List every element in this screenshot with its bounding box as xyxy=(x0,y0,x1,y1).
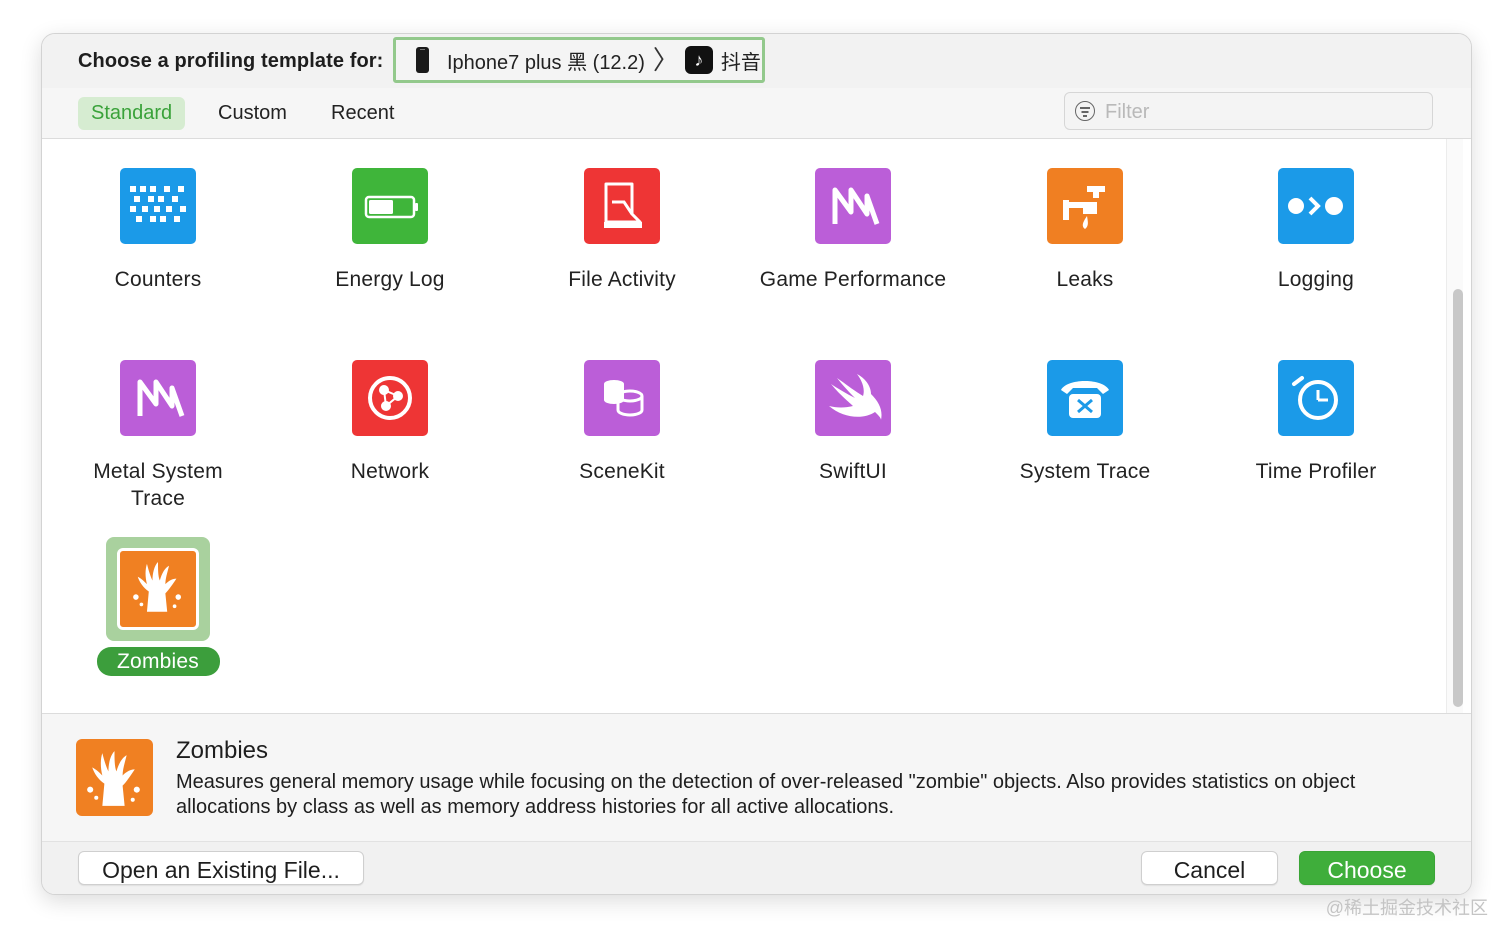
cancel-button[interactable]: Cancel xyxy=(1141,851,1278,885)
template-metal-system-trace[interactable]: Metal System Trace xyxy=(58,360,258,512)
scenekit-icon xyxy=(584,360,660,436)
template-swiftui[interactable]: SwiftUI xyxy=(753,360,953,485)
template-label: File Activity xyxy=(568,268,676,291)
template-grid: Counters Energy Log File Activity Game P… xyxy=(42,139,1471,714)
template-label: Time Profiler xyxy=(1255,460,1377,483)
swift-icon xyxy=(815,360,891,436)
tab-recent[interactable]: Recent xyxy=(318,97,407,130)
template-label: System Trace xyxy=(1019,460,1151,483)
filter-icon xyxy=(1075,101,1095,121)
filter-input[interactable] xyxy=(1103,99,1407,125)
app-name: 抖音 xyxy=(720,51,761,74)
zombie-hand-icon xyxy=(117,548,199,630)
choose-button[interactable]: Choose xyxy=(1299,851,1435,885)
template-label: Logging xyxy=(1277,268,1355,291)
dialog-footer: Open an Existing File... Cancel Choose xyxy=(42,841,1471,894)
open-existing-file-button[interactable]: Open an Existing File... xyxy=(78,851,364,885)
template-zombies[interactable]: Zombies xyxy=(58,537,258,676)
telephone-icon xyxy=(1047,360,1123,436)
iphone-icon xyxy=(416,47,429,73)
template-scenekit[interactable]: SceneKit xyxy=(522,360,722,485)
template-game-performance[interactable]: Game Performance xyxy=(753,168,953,293)
selection-highlight xyxy=(106,537,210,641)
dialog-header: Choose a profiling template for: Iphone7… xyxy=(42,34,1471,88)
template-logging[interactable]: Logging xyxy=(1216,168,1416,293)
template-label: Leaks xyxy=(1056,268,1114,291)
counters-icon xyxy=(120,168,196,244)
tab-custom[interactable]: Custom xyxy=(205,97,300,130)
header-label: Choose a profiling template for: xyxy=(78,50,384,72)
zombie-hand-icon xyxy=(76,739,153,816)
profiling-template-dialog: Choose a profiling template for: Iphone7… xyxy=(41,33,1472,895)
game-performance-icon xyxy=(815,168,891,244)
timer-icon xyxy=(1278,360,1354,436)
description-title: Zombies xyxy=(176,737,269,764)
template-network[interactable]: Network xyxy=(290,360,490,485)
device-name: Iphone7 plus 黑 (12.2) xyxy=(447,51,645,74)
battery-icon xyxy=(352,168,428,244)
description-text: Measures general memory usage while focu… xyxy=(176,771,1356,818)
file-activity-icon xyxy=(584,168,660,244)
template-label: SceneKit xyxy=(579,460,665,483)
watermark: @稀土掘金技术社区 xyxy=(1325,898,1488,918)
template-label: SwiftUI xyxy=(819,460,887,483)
template-counters[interactable]: Counters xyxy=(58,168,258,293)
tabs-bar: Standard Custom Recent xyxy=(42,88,1471,139)
template-time-profiler[interactable]: Time Profiler xyxy=(1216,360,1416,485)
metal-icon xyxy=(120,360,196,436)
filter-field[interactable] xyxy=(1064,92,1433,130)
template-label: Energy Log xyxy=(335,268,445,291)
template-label: Counters xyxy=(114,268,202,291)
template-label: Game Performance xyxy=(759,268,947,291)
template-label: Zombies xyxy=(96,647,220,676)
network-icon xyxy=(352,360,428,436)
template-system-trace[interactable]: System Trace xyxy=(985,360,1185,485)
template-description: Zombies Measures general memory usage wh… xyxy=(42,714,1471,841)
leaks-faucet-icon xyxy=(1047,168,1123,244)
target-selector[interactable]: Iphone7 plus 黑 (12.2) 〉 ♪ 抖音 xyxy=(393,37,765,83)
chevron-right-icon: 〉 xyxy=(652,45,679,75)
template-label: Network xyxy=(350,460,430,483)
scrollbar-thumb[interactable] xyxy=(1453,289,1463,707)
tab-standard[interactable]: Standard xyxy=(78,97,186,130)
tiktok-app-icon: ♪ xyxy=(684,46,713,74)
template-label: Metal System Trace xyxy=(93,460,223,510)
template-leaks[interactable]: Leaks xyxy=(985,168,1185,293)
logging-icon xyxy=(1278,168,1354,244)
template-energy-log[interactable]: Energy Log xyxy=(290,168,490,293)
template-file-activity[interactable]: File Activity xyxy=(522,168,722,293)
